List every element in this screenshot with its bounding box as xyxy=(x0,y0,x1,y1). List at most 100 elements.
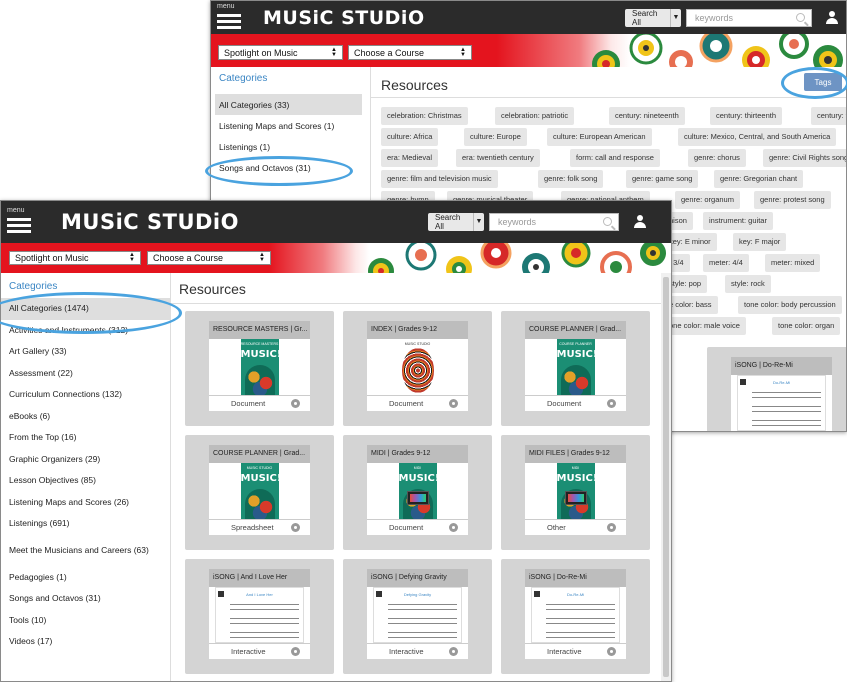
sidebar-item[interactable]: From the Top (16) xyxy=(1,427,170,449)
search-scope-select[interactable]: Search All ▼ xyxy=(625,9,681,27)
sidebar-item-listenings[interactable]: Listenings (1) xyxy=(211,136,370,157)
tag-chip[interactable]: tone color: organ xyxy=(772,317,841,335)
tag-chip[interactable]: genre: protest song xyxy=(754,191,831,209)
tag-chip[interactable]: culture: Africa xyxy=(381,128,439,146)
tag-chip[interactable]: genre: film and television music xyxy=(381,170,498,188)
book-title: MUSIC! xyxy=(398,473,437,484)
menu-button[interactable]: menu xyxy=(217,3,247,29)
screen-art xyxy=(564,491,587,505)
resource-card[interactable]: MIDI FILES | Grades 9-12 MIDI MUSIC! Other xyxy=(501,435,650,550)
tag-chip[interactable]: form: call and response xyxy=(570,149,660,167)
sidebar-item[interactable]: Assessment (22) xyxy=(1,363,170,385)
sidebar-item-listening-maps[interactable]: Listening Maps and Scores (1) xyxy=(211,115,370,136)
tag-chip[interactable]: tone color: body percussion xyxy=(738,296,842,314)
search-input[interactable]: keywords xyxy=(489,213,619,231)
staff-line xyxy=(388,618,457,624)
gear-icon[interactable] xyxy=(449,647,458,656)
sidebar-item[interactable]: Meet the Musicians and Careers (63) xyxy=(1,535,170,567)
sidebar-item-all-categories[interactable]: All Categories (33) xyxy=(215,94,362,115)
resource-card[interactable]: iSONG | Do-Re-Mi Do-Re-Mi Interactive xyxy=(501,559,650,674)
sidebar-item[interactable]: Listening Maps and Scores (26) xyxy=(1,492,170,514)
user-icon[interactable] xyxy=(825,11,839,25)
user-icon[interactable] xyxy=(633,215,647,229)
staff-line xyxy=(230,632,299,638)
book-cover-image: MUSIC STUDIO xyxy=(398,339,437,395)
sidebar-item[interactable]: Art Gallery (33) xyxy=(1,341,170,363)
search-icon xyxy=(603,217,612,226)
tag-chip[interactable]: century: thirteenth xyxy=(710,107,783,125)
resource-card[interactable]: INDEX | Grades 9-12 MUSIC STUDIO Document xyxy=(343,311,492,426)
resource-card[interactable]: COURSE PLANNER | Grad... MUSIC STUDIO MUSI… xyxy=(185,435,334,550)
tag-chip[interactable]: one color: male voice xyxy=(663,317,746,335)
sidebar-item[interactable]: Videos (17) xyxy=(1,631,170,653)
scrollbar-thumb[interactable] xyxy=(663,277,669,677)
menu-button[interactable]: menu xyxy=(7,207,37,233)
highlight-tags-button xyxy=(781,67,847,99)
tag-chip[interactable]: century: nineteenth xyxy=(609,107,685,125)
sidebar-item[interactable]: Tools (10) xyxy=(1,610,170,632)
tag-chip[interactable]: genre: organum xyxy=(675,191,740,209)
resource-card-do-re-mi[interactable]: iSONG | Do-Re-Mi Do-Re-Mi xyxy=(707,347,846,431)
sidebar-item[interactable]: Curriculum Connections (132) xyxy=(1,384,170,406)
sidebar-item[interactable]: Graphic Organizers (29) xyxy=(1,449,170,471)
tag-chip[interactable]: culture: Mexico, Central, and South Amer… xyxy=(678,128,837,146)
gear-icon[interactable] xyxy=(607,523,616,532)
swirl-art xyxy=(560,365,591,395)
gear-icon[interactable] xyxy=(449,523,458,532)
tag-chip[interactable]: genre: game song xyxy=(626,170,699,188)
search-scope-select[interactable]: Search All ▼ xyxy=(428,213,484,231)
sheet-music-image: Defying Gravity xyxy=(373,587,462,643)
course-select[interactable]: Choose a Course ▲ ▼ xyxy=(348,45,472,60)
tag-chip[interactable]: meter: mixed xyxy=(765,254,821,272)
gear-icon[interactable] xyxy=(291,399,300,408)
tag-chip[interactable]: celebration: Christmas xyxy=(381,107,468,125)
gear-icon[interactable] xyxy=(607,399,616,408)
tag-chip[interactable]: celebration: patriotic xyxy=(495,107,575,125)
resource-card[interactable]: iSONG | And I Love Her And I Love Her Inte… xyxy=(185,559,334,674)
tag-chip[interactable]: era: twentieth century xyxy=(456,149,540,167)
resource-card[interactable]: RESOURCE MASTERS | Gr... RESOURCE MASTERS… xyxy=(185,311,334,426)
resources-panel: Resources RESOURCE MASTERS | Gr... RESOUR… xyxy=(171,273,661,681)
tag-chip[interactable]: style: rock xyxy=(725,275,771,293)
sidebar-item[interactable]: eBooks (6) xyxy=(1,406,170,428)
tag-chip[interactable]: genre: Gregorian chant xyxy=(714,170,804,188)
staff-line xyxy=(230,604,299,610)
tag-chip[interactable]: genre: Civil Rights song xyxy=(763,149,846,167)
course-select[interactable]: Choose a Course ▲ ▼ xyxy=(147,251,271,265)
card-title: MIDI FILES | Grades 9-12 xyxy=(525,445,626,463)
tag-chip[interactable]: century: twentieth xyxy=(811,107,846,125)
program-select[interactable]: Spotlight on Music ▲ ▼ xyxy=(218,45,343,60)
gear-icon[interactable] xyxy=(291,647,300,656)
search-scope-label: Search All xyxy=(435,213,461,231)
tag-chip[interactable]: genre: chorus xyxy=(688,149,746,167)
resource-card[interactable]: COURSE PLANNER | Grad... COURSE PLANNER MU… xyxy=(501,311,650,426)
sidebar-item[interactable]: Lesson Objectives (85) xyxy=(1,470,170,492)
decorative-pattern xyxy=(592,34,843,67)
tag-chip[interactable]: instrument: guitar xyxy=(703,212,773,230)
resources-title: Resources xyxy=(179,281,246,297)
program-select[interactable]: Spotlight on Music ▲ ▼ xyxy=(9,251,141,265)
gear-icon[interactable] xyxy=(607,647,616,656)
card-footer: Document xyxy=(209,395,310,411)
gear-icon[interactable] xyxy=(291,523,300,532)
tag-chip[interactable]: culture: European American xyxy=(547,128,652,146)
resource-card[interactable]: MIDI | Grades 9-12 MIDI MUSIC! Document xyxy=(343,435,492,550)
card-footer: Interactive xyxy=(209,643,310,659)
sidebar-item[interactable]: Listenings (691) xyxy=(1,513,170,535)
menu-icon xyxy=(217,14,241,17)
resource-card[interactable]: iSONG | Defying Gravity Defying Gravity In… xyxy=(343,559,492,674)
tag-chip[interactable]: era: Medieval xyxy=(381,149,439,167)
menu-icon-bar xyxy=(7,224,31,227)
scrollbar[interactable] xyxy=(661,273,671,681)
sidebar-item[interactable]: Songs and Octavos (31) xyxy=(1,588,170,610)
tag-chip[interactable]: culture: Europe xyxy=(464,128,527,146)
tag-chip[interactable]: meter: 4/4 xyxy=(703,254,749,272)
sidebar-item[interactable]: Pedagogies (1) xyxy=(1,567,170,589)
tag-chip[interactable]: genre: folk song xyxy=(538,170,604,188)
card-title: iSONG | Do-Re-Mi xyxy=(525,569,626,587)
tag-chip[interactable]: key: F major xyxy=(733,233,787,251)
card-footer: Other xyxy=(525,519,626,535)
card-footer: Document xyxy=(367,519,468,535)
gear-icon[interactable] xyxy=(449,399,458,408)
search-input[interactable]: keywords xyxy=(686,9,812,27)
